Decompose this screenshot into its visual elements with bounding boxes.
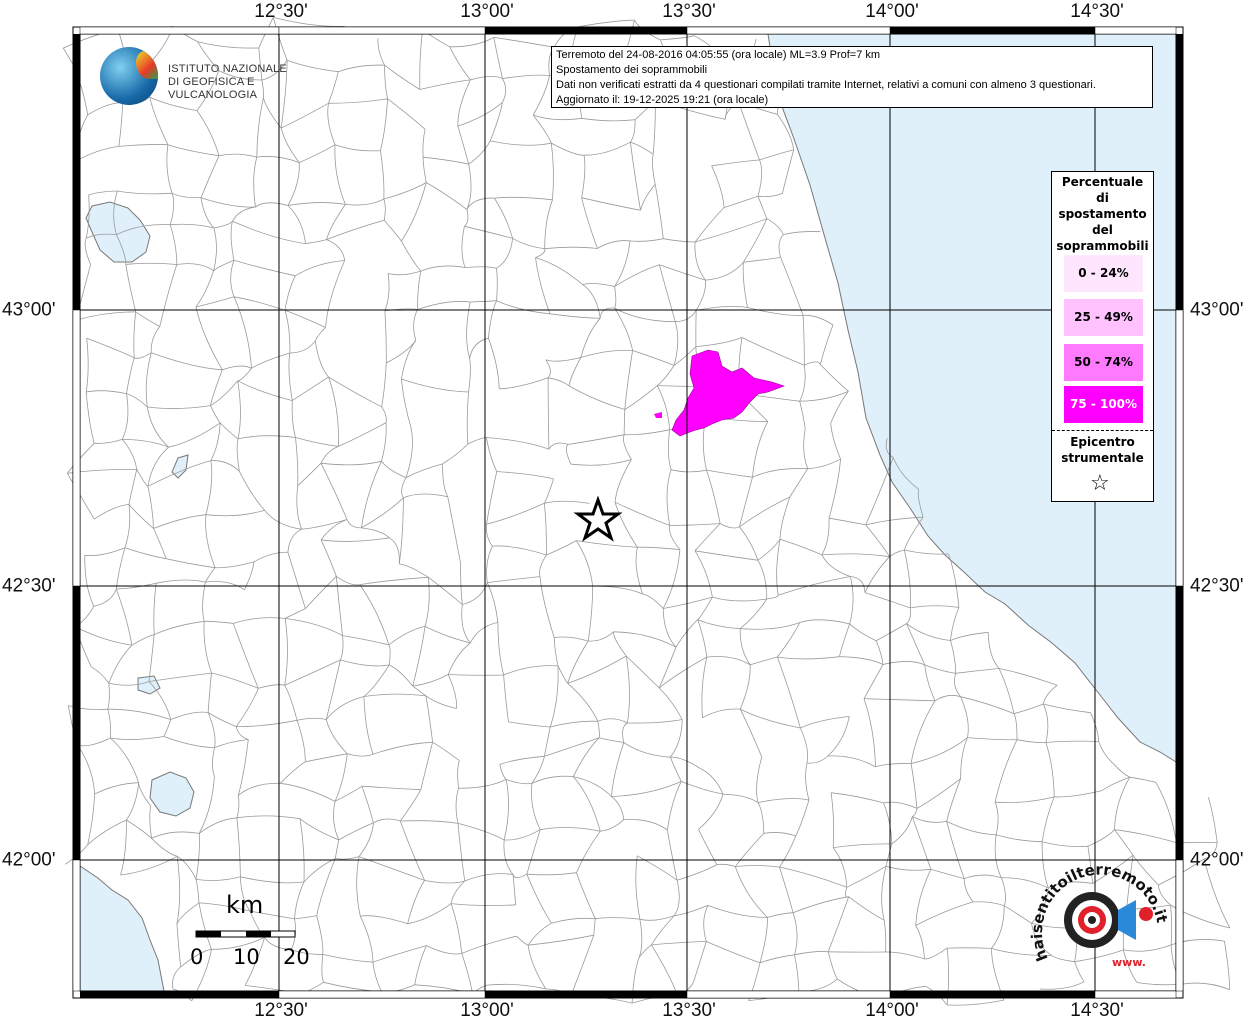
logo-line-2: DI GEOFISICA E VULCANOLOGIA [168, 76, 258, 101]
data-note: Dati non verificati estratti da 4 questi… [556, 79, 1096, 91]
legend-swatch-50-74: 50 - 74% [1064, 344, 1143, 381]
scale-label-0: 0 [190, 945, 204, 969]
legend-title-line: di [1096, 191, 1109, 205]
municipal-border [577, 19, 635, 28]
legend-title-line: del [1092, 223, 1113, 237]
scale-label-10: 10 [233, 945, 260, 969]
legend-swatch-75-100: 75 - 100% [1064, 386, 1143, 423]
legend-swatch-25-49: 25 - 49% [1064, 299, 1143, 336]
ingv-logo: ISTITUTO NAZIONALE DI GEOFISICA E VULCAN… [100, 47, 320, 109]
legend-swatch-0-24: 0 - 24% [1064, 255, 1143, 292]
lat-tick-left: 42°00' [2, 849, 56, 871]
lat-tick-right: 42°00' [1190, 849, 1244, 871]
lat-tick-right: 42°30' [1190, 575, 1244, 597]
lon-tick-top: 14°00' [865, 1, 919, 22]
event-title: Terremoto del 24-08-2016 04:05:55 (ora l… [556, 49, 881, 61]
legend-title-line: Percentuale [1061, 175, 1144, 189]
legend-title: Percentuale di spostamento del soprammob… [1052, 174, 1153, 254]
lon-tick-bottom: 14°30' [1070, 1000, 1124, 1021]
scale-bar [195, 930, 296, 938]
legend-title-line: soprammobili [1056, 239, 1149, 253]
legend-title-line: spostamento [1058, 207, 1147, 221]
haisentito-watermark: haisentitoilterremoto.it www. [1030, 861, 1170, 969]
lon-tick-bottom: 13°30' [662, 1000, 716, 1021]
globe-icon [100, 47, 158, 105]
event-info-box: Terremoto del 24-08-2016 04:05:55 (ora l… [551, 46, 1153, 108]
legend: Percentuale di spostamento del soprammob… [1051, 171, 1154, 502]
megaphone-icon [1118, 900, 1136, 940]
municipal-border [62, 47, 74, 65]
legend-separator [1052, 430, 1153, 431]
lat-tick-left: 43°00' [2, 299, 56, 321]
lon-tick-top: 12°30' [254, 1, 308, 22]
legend-epicenter-line: Epicentro [1070, 435, 1135, 449]
municipal-border [1224, 941, 1230, 990]
map-subject: Spostamento dei soprammobili [556, 64, 708, 76]
lon-tick-bottom: 12°30' [254, 1000, 308, 1021]
scale-label-20: 20 [283, 945, 310, 969]
lon-tick-bottom: 13°00' [460, 1000, 514, 1021]
legend-star-icon: ☆ [1090, 471, 1110, 496]
municipal-border [1207, 797, 1218, 843]
municipal-border [1181, 982, 1230, 990]
lon-tick-top: 13°30' [662, 1, 716, 22]
lat-tick-right: 43°00' [1190, 299, 1244, 321]
legend-epicenter-label: Epicentro strumentale [1052, 434, 1153, 466]
updated-time: Aggiornato il: 19-12-2025 19:21 (ora loc… [556, 94, 769, 106]
legend-epicenter-line: strumentale [1061, 451, 1144, 465]
svg-text:www.: www. [1112, 956, 1146, 969]
lon-tick-top: 14°30' [1070, 1, 1124, 22]
lon-tick-top: 13°00' [460, 1, 514, 22]
municipal-border [947, 999, 1004, 1006]
logo-text: ISTITUTO NAZIONALE DI GEOFISICA E VULCAN… [168, 63, 320, 102]
lat-tick-left: 42°30' [2, 575, 56, 597]
lon-tick-bottom: 14°00' [865, 1000, 919, 1021]
logo-line-1: ISTITUTO NAZIONALE [168, 63, 287, 75]
scale-unit: km [226, 891, 264, 919]
